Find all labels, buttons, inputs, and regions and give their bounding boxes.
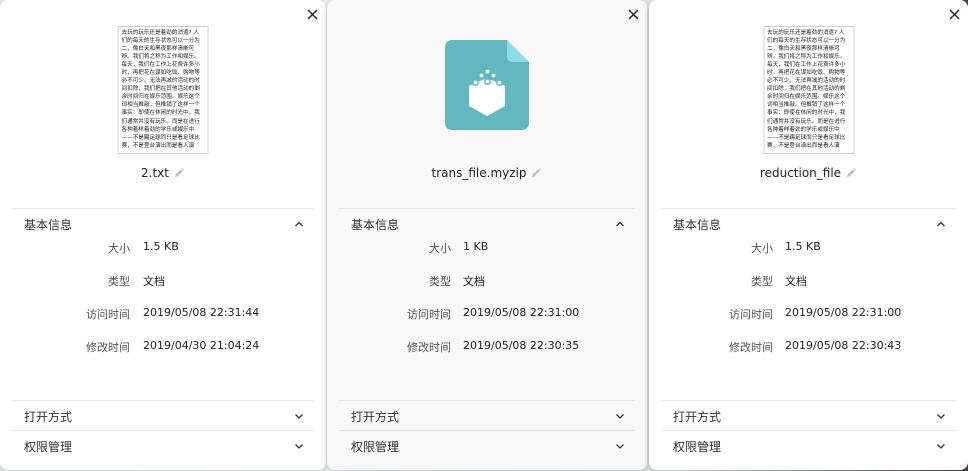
basic-info-section-header[interactable]: 基本信息 bbox=[0, 210, 326, 238]
basic-info-section-header[interactable]: 基本信息 bbox=[649, 210, 968, 238]
open-with-label: 打开方式 bbox=[351, 409, 400, 424]
filename-row: 2.txt bbox=[0, 166, 326, 180]
info-row-modify-time: 修改时间 2019/05/08 22:30:35 bbox=[327, 339, 647, 355]
info-key: 访问时间 bbox=[407, 308, 451, 321]
open-with-label: 打开方式 bbox=[673, 409, 722, 424]
info-value: 2019/04/30 21:04:24 bbox=[143, 339, 260, 352]
filename: trans_file.myzip bbox=[431, 166, 527, 180]
zip-archive-icon bbox=[445, 40, 529, 130]
divider bbox=[12, 208, 314, 209]
info-row-access-time: 访问时间 2019/05/08 22:31:00 bbox=[327, 306, 647, 322]
file-properties-dialog: 去玩的玩乐还是着劲的消遣? 人们的每天的生存状态可以一分为二，像白天和黑夜那样清… bbox=[0, 0, 326, 470]
divider bbox=[339, 400, 635, 401]
chevron-down-icon bbox=[615, 411, 625, 421]
info-value: 文档 bbox=[785, 275, 807, 288]
info-row-access-time: 访问时间 2019/05/08 22:31:44 bbox=[0, 306, 326, 322]
open-with-label: 打开方式 bbox=[24, 409, 73, 424]
info-value: 2019/05/08 22:31:00 bbox=[463, 306, 580, 319]
permissions-section-header[interactable]: 权限管理 bbox=[327, 432, 647, 460]
open-with-section-header[interactable]: 打开方式 bbox=[0, 402, 326, 430]
rename-pencil-icon[interactable] bbox=[530, 167, 542, 179]
file-properties-dialog: trans_file.myzip 基本信息 大小 1 KB 类型 文档 访问时间… bbox=[327, 0, 647, 470]
chevron-down-icon bbox=[615, 441, 625, 451]
divider bbox=[12, 400, 314, 401]
info-value: 2019/05/08 22:30:35 bbox=[463, 339, 580, 352]
permissions-section-header[interactable]: 权限管理 bbox=[649, 432, 968, 460]
info-value: 2019/05/08 22:31:44 bbox=[143, 306, 260, 319]
text-preview-thumbnail: 去玩的玩乐还是着劲的消遣? 人们的每天的生存状态可以一分为二，像白天和黑夜那样清… bbox=[763, 26, 854, 154]
filename: reduction_file bbox=[759, 166, 842, 180]
basic-info-label: 基本信息 bbox=[24, 217, 73, 232]
info-value: 1.5 KB bbox=[143, 240, 179, 253]
info-value: 2019/05/08 22:30:43 bbox=[785, 339, 902, 352]
close-button[interactable] bbox=[945, 5, 963, 23]
divider bbox=[661, 400, 956, 401]
filename: 2.txt bbox=[141, 166, 169, 180]
info-key: 访问时间 bbox=[86, 308, 130, 321]
chevron-up-icon bbox=[294, 219, 304, 229]
divider bbox=[661, 208, 956, 209]
info-key: 修改时间 bbox=[729, 341, 773, 354]
close-icon bbox=[307, 9, 317, 19]
basic-info-section-header[interactable]: 基本信息 bbox=[327, 210, 647, 238]
permissions-label: 权限管理 bbox=[673, 439, 722, 454]
close-button[interactable] bbox=[303, 5, 321, 23]
info-value: 文档 bbox=[143, 275, 165, 288]
info-key: 修改时间 bbox=[86, 341, 130, 354]
divider bbox=[12, 430, 314, 431]
permissions-label: 权限管理 bbox=[24, 439, 73, 454]
info-row-type: 类型 文档 bbox=[649, 273, 968, 289]
permissions-section-header[interactable]: 权限管理 bbox=[0, 432, 326, 460]
close-icon bbox=[949, 9, 959, 19]
info-value: 1.5 KB bbox=[785, 240, 821, 253]
chevron-up-icon bbox=[936, 219, 946, 229]
info-key: 大小 bbox=[429, 242, 451, 255]
basic-info-label: 基本信息 bbox=[673, 217, 722, 232]
info-row-modify-time: 修改时间 2019/05/08 22:30:43 bbox=[649, 339, 968, 355]
info-key: 修改时间 bbox=[407, 341, 451, 354]
info-row-modify-time: 修改时间 2019/04/30 21:04:24 bbox=[0, 339, 326, 355]
rename-pencil-icon[interactable] bbox=[173, 167, 185, 179]
filename-row: reduction_file bbox=[649, 166, 968, 180]
close-icon bbox=[628, 9, 638, 19]
info-key: 大小 bbox=[751, 242, 773, 255]
close-button[interactable] bbox=[624, 5, 642, 23]
chevron-down-icon bbox=[936, 441, 946, 451]
info-key: 类型 bbox=[429, 275, 451, 288]
text-preview-thumbnail: 去玩的玩乐还是着劲的消遣? 人们的每天的生存状态可以一分为二，像白天和黑夜那样清… bbox=[117, 26, 209, 154]
filename-row: trans_file.myzip bbox=[327, 166, 647, 180]
permissions-label: 权限管理 bbox=[351, 439, 400, 454]
info-row-access-time: 访问时间 2019/05/08 22:31:00 bbox=[649, 306, 968, 322]
file-properties-dialog: 去玩的玩乐还是着劲的消遣? 人们的每天的生存状态可以一分为二，像白天和黑夜那样清… bbox=[649, 0, 968, 470]
divider bbox=[339, 430, 635, 431]
open-with-section-header[interactable]: 打开方式 bbox=[649, 402, 968, 430]
chevron-down-icon bbox=[294, 411, 304, 421]
info-row-type: 类型 文档 bbox=[0, 273, 326, 289]
info-row-size: 大小 1.5 KB bbox=[0, 240, 326, 256]
info-row-type: 类型 文档 bbox=[327, 273, 647, 289]
info-key: 类型 bbox=[108, 275, 130, 288]
divider bbox=[339, 208, 635, 209]
info-key: 大小 bbox=[108, 242, 130, 255]
chevron-down-icon bbox=[936, 411, 946, 421]
info-value: 1 KB bbox=[463, 240, 489, 253]
chevron-up-icon bbox=[615, 219, 625, 229]
info-key: 类型 bbox=[751, 275, 773, 288]
info-row-size: 大小 1.5 KB bbox=[649, 240, 968, 256]
divider bbox=[661, 430, 956, 431]
open-with-section-header[interactable]: 打开方式 bbox=[327, 402, 647, 430]
info-key: 访问时间 bbox=[729, 308, 773, 321]
rename-pencil-icon[interactable] bbox=[845, 167, 857, 179]
info-value: 2019/05/08 22:31:00 bbox=[785, 306, 902, 319]
info-value: 文档 bbox=[463, 275, 485, 288]
info-row-size: 大小 1 KB bbox=[327, 240, 647, 256]
chevron-down-icon bbox=[294, 441, 304, 451]
basic-info-label: 基本信息 bbox=[351, 217, 400, 232]
